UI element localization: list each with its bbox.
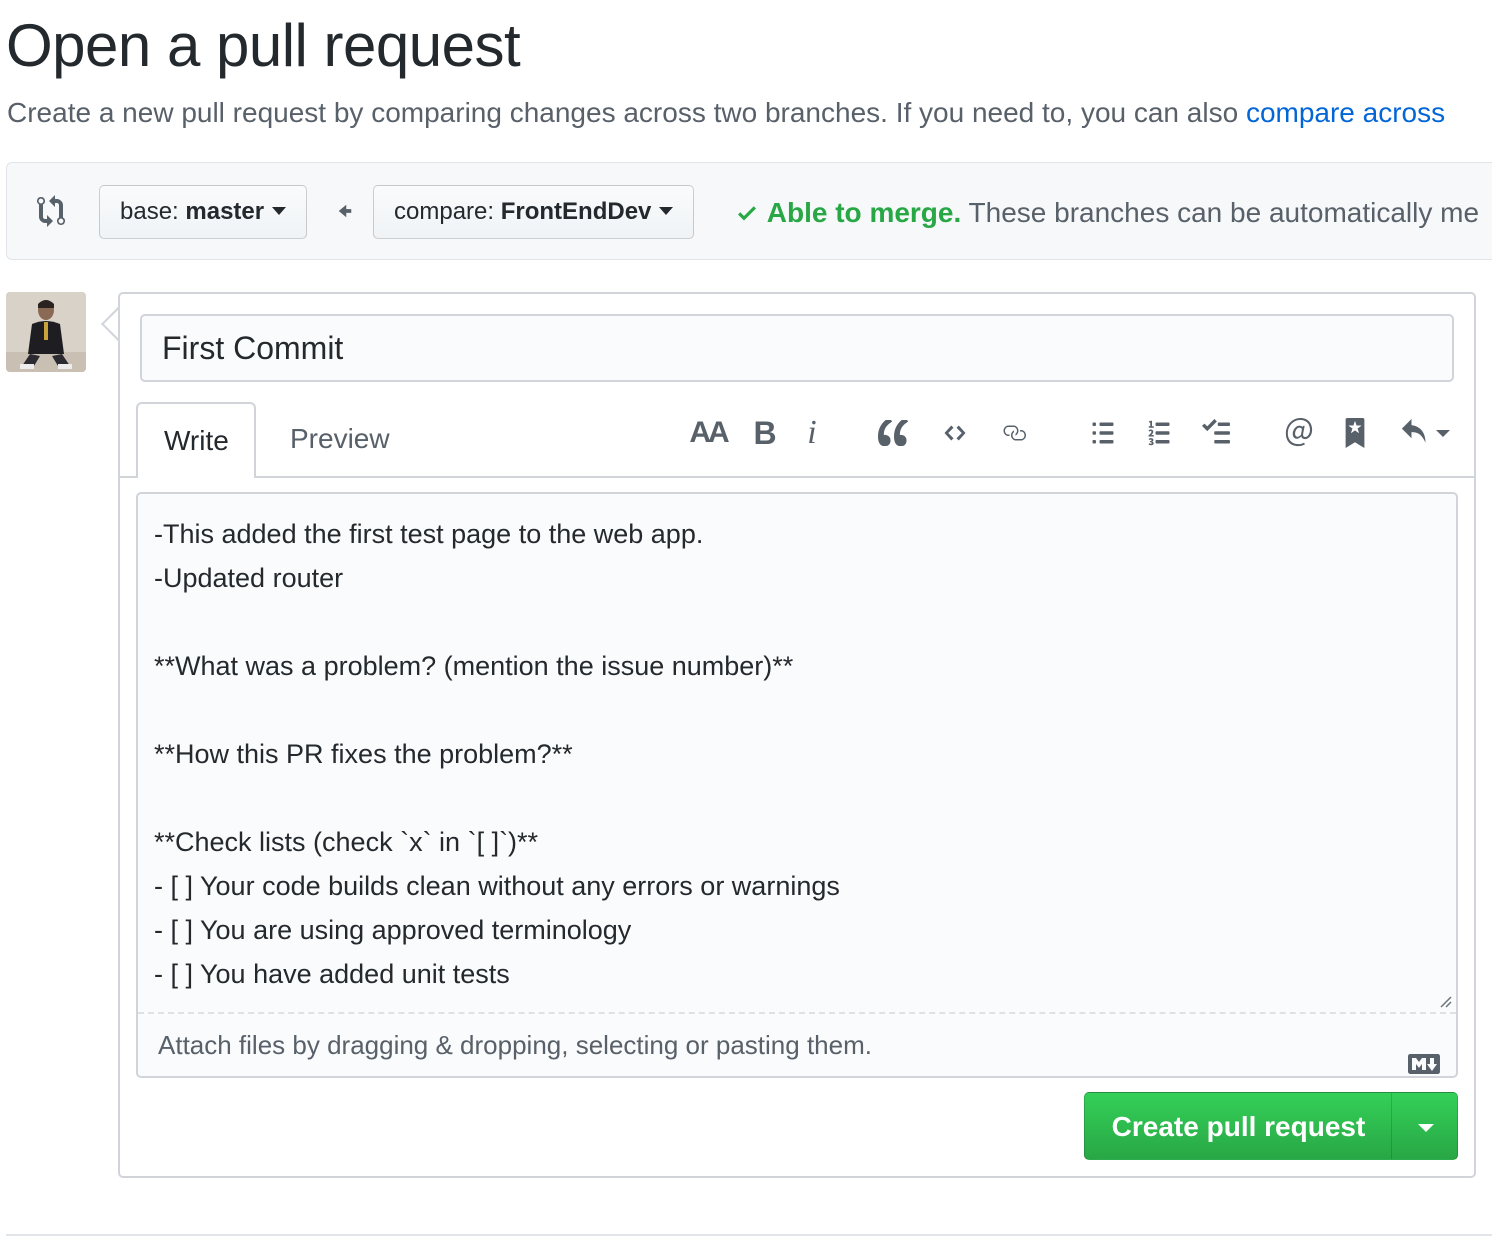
divider	[6, 1234, 1492, 1236]
avatar[interactable]	[6, 292, 86, 372]
compare-arrows-icon	[37, 195, 69, 232]
reference-icon[interactable]	[1340, 410, 1370, 456]
page-title: Open a pull request	[6, 12, 521, 79]
compare-branch-select[interactable]: compare: FrontEndDev	[373, 185, 695, 239]
resize-handle-icon[interactable]	[1438, 994, 1452, 1008]
branch-range-bar: base: master compare: FrontEndDev Able t…	[6, 162, 1492, 260]
chevron-down-icon	[272, 206, 287, 215]
pr-body-editor: -This added the first test page to the w…	[136, 492, 1458, 1078]
saved-replies-icon[interactable]	[1396, 410, 1454, 456]
base-branch-name: master	[185, 198, 265, 225]
mention-icon[interactable]	[1282, 410, 1316, 456]
chevron-down-icon	[1436, 429, 1450, 437]
quote-icon[interactable]	[876, 410, 912, 456]
create-pull-request-button[interactable]: Create pull request	[1084, 1092, 1392, 1160]
pr-body-textarea[interactable]: -This added the first test page to the w…	[138, 494, 1456, 1014]
arrow-left-icon	[335, 201, 355, 226]
attach-files-bar[interactable]: Attach files by dragging & dropping, sel…	[138, 1012, 1456, 1076]
heading-icon[interactable]: AA	[686, 410, 730, 456]
page-subtitle: Create a new pull request by comparing c…	[7, 96, 1445, 130]
pull-request-composer: Write Preview AA B i	[118, 292, 1476, 1178]
pr-title-input[interactable]	[140, 314, 1454, 382]
compare-branch-name: FrontEndDev	[500, 198, 652, 225]
create-options-dropdown[interactable]	[1391, 1092, 1458, 1160]
compare-across-forks-link[interactable]: compare across	[1246, 97, 1445, 128]
merge-description: These branches can be automatically me	[961, 197, 1480, 228]
bold-icon[interactable]: B	[750, 410, 780, 456]
compare-prefix: compare:	[394, 198, 501, 225]
numbered-list-icon[interactable]	[1142, 410, 1176, 456]
attach-files-text: Attach files by dragging & dropping, sel…	[158, 1030, 872, 1060]
task-list-icon[interactable]	[1196, 410, 1236, 456]
tab-write[interactable]: Write	[136, 402, 256, 478]
link-icon[interactable]	[996, 410, 1032, 456]
merge-ok-label: Able to merge.	[766, 197, 962, 228]
chevron-down-icon	[1418, 1124, 1434, 1132]
markdown-icon[interactable]	[1408, 1034, 1440, 1096]
check-icon	[738, 206, 756, 221]
editor-tabbar: Write Preview AA B i	[120, 402, 1474, 478]
bulleted-list-icon[interactable]	[1086, 410, 1120, 456]
tab-preview[interactable]: Preview	[264, 402, 416, 476]
chevron-down-icon	[659, 206, 674, 215]
code-icon[interactable]	[938, 410, 972, 456]
subtitle-text: Create a new pull request by comparing c…	[7, 97, 1246, 128]
base-branch-select[interactable]: base: master	[99, 185, 308, 239]
merge-status: Able to merge. These branches can be aut…	[735, 193, 1479, 233]
base-prefix: base:	[120, 198, 186, 225]
italic-icon[interactable]: i	[800, 410, 824, 456]
